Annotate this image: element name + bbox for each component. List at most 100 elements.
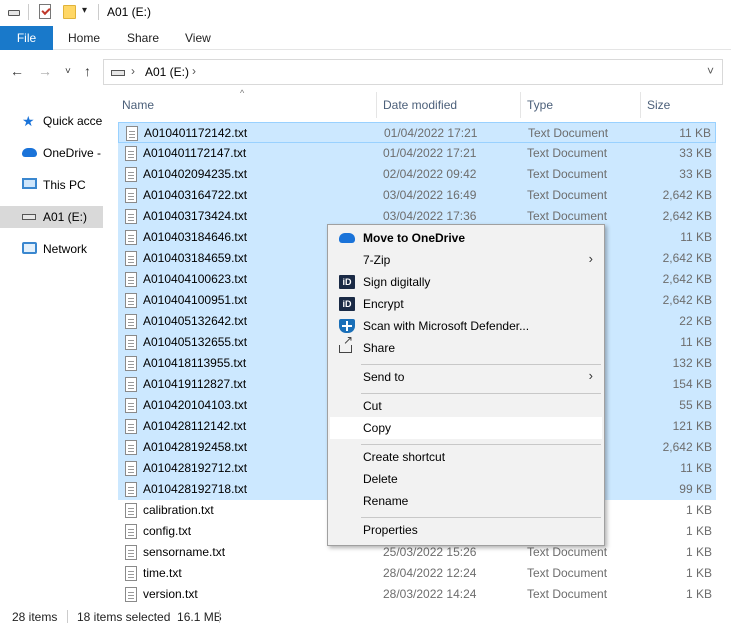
sidebar-item-label: OneDrive - xyxy=(43,146,102,160)
menu-item-share[interactable]: Share xyxy=(330,333,602,359)
menu-item-7zip[interactable]: 7-Zip › xyxy=(330,249,602,271)
menu-item-label: Cut xyxy=(363,399,382,413)
column-divider[interactable] xyxy=(640,92,641,118)
text-file-icon xyxy=(125,230,137,245)
text-file-icon xyxy=(125,461,137,476)
file-type: Text Document xyxy=(527,146,608,160)
file-size: 11 KB xyxy=(679,126,711,140)
file-size: 22 KB xyxy=(679,314,712,328)
text-file-icon xyxy=(125,482,137,497)
column-divider[interactable] xyxy=(376,92,377,118)
file-name: A010401172147.txt xyxy=(143,146,247,160)
menu-item-properties[interactable]: Properties xyxy=(330,519,602,541)
file-type: Text Document xyxy=(527,587,608,601)
cloud-icon xyxy=(22,148,37,157)
breadcrumb[interactable]: A01 (E:) xyxy=(145,65,189,79)
sidebar-item-drive-e[interactable]: A01 (E:) xyxy=(0,206,103,228)
file-name: A010402094235.txt xyxy=(143,167,248,181)
file-name: A010403184646.txt xyxy=(143,230,248,244)
text-file-icon xyxy=(125,440,137,455)
file-date-modified: 28/04/2022 12:24 xyxy=(383,566,477,580)
chevron-right-icon: › xyxy=(588,368,593,383)
sidebar-item-this-pc[interactable]: This PC xyxy=(0,174,103,196)
menu-item-encrypt[interactable]: iD Encrypt xyxy=(330,293,602,315)
column-header-date[interactable]: Date modified xyxy=(383,92,518,118)
chevron-right-icon: › xyxy=(588,251,593,266)
menu-item-label: Sign digitally xyxy=(363,275,431,289)
text-file-icon xyxy=(125,377,137,392)
file-row[interactable]: A010403164722.txt 03/04/2022 16:49 Text Do… xyxy=(118,185,716,206)
menu-item-label: 7-Zip xyxy=(363,253,391,267)
file-name: A010405132655.txt xyxy=(143,335,248,349)
text-file-icon xyxy=(125,146,137,161)
file-row[interactable]: A010401172147.txt 01/04/2022 17:21 Text Do… xyxy=(118,143,716,164)
file-type: Text Document xyxy=(527,188,608,202)
text-file-icon xyxy=(125,251,137,266)
divider xyxy=(219,610,220,623)
file-size: 11 KB xyxy=(680,230,712,244)
column-header-size[interactable]: Size xyxy=(647,92,717,118)
new-folder-icon[interactable] xyxy=(63,5,76,19)
menu-separator xyxy=(361,364,601,365)
menu-item-move-to-onedrive[interactable]: Move to OneDrive xyxy=(330,227,602,249)
menu-item-scan-defender[interactable]: Scan with Microsoft Defender... xyxy=(330,315,602,337)
text-file-icon xyxy=(125,545,137,560)
file-row[interactable]: version.txt 28/03/2022 14:24 Text Document… xyxy=(118,584,716,605)
menu-item-send-to[interactable]: Send to › xyxy=(330,366,602,388)
menu-item-label: Scan with Microsoft Defender... xyxy=(363,319,530,333)
properties-icon[interactable] xyxy=(39,4,51,19)
sidebar-item-quick-access[interactable]: ★ Quick acce xyxy=(0,110,103,132)
back-arrow-icon[interactable]: ← xyxy=(10,63,24,79)
file-name: A010405132642.txt xyxy=(143,314,248,328)
menu-item-copy[interactable]: Copy xyxy=(330,417,602,439)
file-name: A010404100623.txt xyxy=(143,272,248,286)
tab-view[interactable]: View xyxy=(185,26,211,50)
chevron-right-icon[interactable]: › xyxy=(192,64,196,78)
address-bar[interactable]: › A01 (E:) › ˅ xyxy=(103,59,723,85)
sidebar-item-network[interactable]: Network xyxy=(0,238,103,260)
text-file-icon xyxy=(125,293,137,308)
shield-icon xyxy=(339,319,355,333)
column-divider[interactable] xyxy=(520,92,521,118)
recent-locations-chevron-icon[interactable]: ˅ xyxy=(65,66,71,77)
text-file-icon xyxy=(125,419,137,434)
menu-item-cut[interactable]: Cut xyxy=(330,395,602,417)
text-file-icon xyxy=(125,335,137,350)
tab-file[interactable]: File xyxy=(0,26,53,50)
up-arrow-icon[interactable]: ↑ xyxy=(84,63,91,79)
file-date-modified: 28/03/2022 14:24 xyxy=(383,587,477,601)
network-icon xyxy=(22,242,37,254)
menu-item-label: Copy xyxy=(363,421,392,435)
column-header-type[interactable]: Type xyxy=(527,92,637,118)
file-name: A010403173424.txt xyxy=(143,209,248,223)
forward-arrow-icon[interactable]: → xyxy=(38,63,52,79)
menu-item-delete[interactable]: Delete xyxy=(330,468,602,490)
file-row[interactable]: A010401172142.txt 01/04/2022 17:21 Text Do… xyxy=(118,122,716,143)
file-row[interactable]: time.txt 28/04/2022 12:24 Text Document 1 K… xyxy=(118,563,716,584)
file-name: A010418113955.txt xyxy=(143,356,247,370)
file-name: A010419112827.txt xyxy=(143,377,247,391)
menu-item-rename[interactable]: Rename xyxy=(330,490,602,512)
file-row[interactable]: A010402094235.txt 02/04/2022 09:42 Text Do… xyxy=(118,164,716,185)
menu-separator xyxy=(361,517,601,518)
file-size: 2,642 KB xyxy=(662,251,712,265)
sidebar-item-label: A01 (E:) xyxy=(43,210,88,224)
tab-share[interactable]: Share xyxy=(127,26,159,50)
file-size: 2,642 KB xyxy=(662,440,712,454)
chevron-right-icon[interactable]: › xyxy=(131,64,135,78)
menu-item-create-shortcut[interactable]: Create shortcut xyxy=(330,446,602,468)
menu-item-sign-digitally[interactable]: iD Sign digitally xyxy=(330,271,602,293)
file-size: 33 KB xyxy=(679,167,712,181)
sidebar-item-label: This PC xyxy=(43,178,86,192)
cloud-icon xyxy=(339,233,355,243)
file-size: 121 KB xyxy=(672,419,712,433)
tab-home[interactable]: Home xyxy=(68,26,100,50)
sidebar-item-onedrive[interactable]: OneDrive - xyxy=(0,142,103,164)
divider xyxy=(67,610,68,623)
file-size: 2,642 KB xyxy=(662,188,712,202)
file-type: Text Document xyxy=(527,566,608,580)
file-size: 154 KB xyxy=(672,377,712,391)
chevron-down-icon[interactable]: ˅ xyxy=(707,64,714,78)
customize-toolbar-dropdown-icon[interactable]: ▾ xyxy=(82,5,87,16)
column-header-name[interactable]: Name xyxy=(122,92,377,118)
